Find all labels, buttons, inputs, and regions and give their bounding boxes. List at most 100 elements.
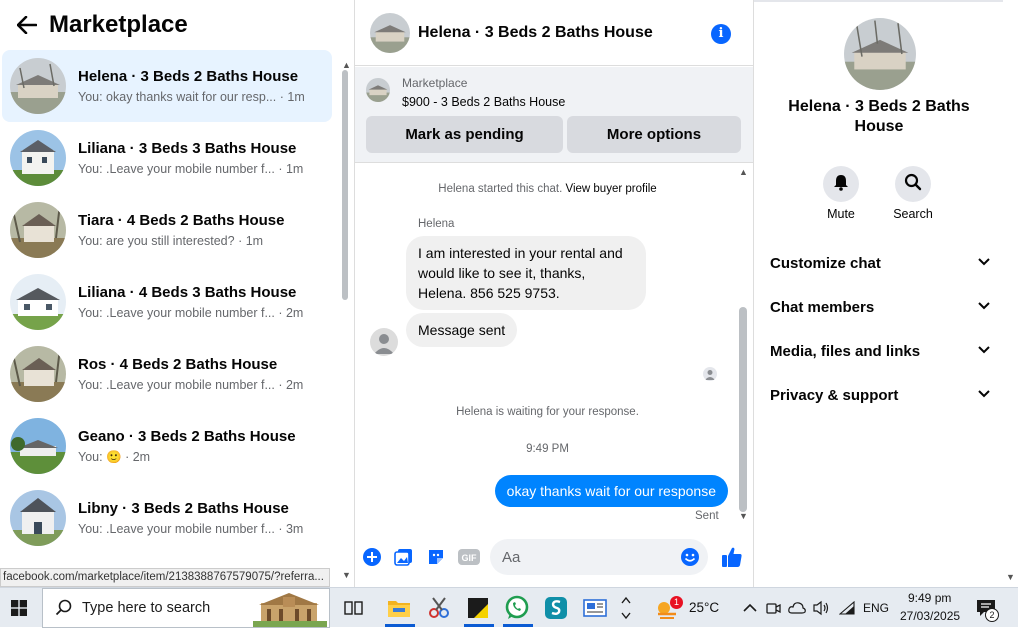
file-explorer-icon[interactable] — [385, 594, 413, 622]
conversation-time: 3m — [285, 522, 304, 536]
section-label: Privacy & support — [770, 386, 899, 404]
media-files-links-section[interactable]: Media, files and links — [770, 339, 990, 363]
message-input-box[interactable] — [490, 539, 708, 575]
conversation-time: 2m — [285, 378, 304, 392]
chevron-down-icon — [978, 301, 990, 313]
conversation-item[interactable]: Liliana · 4 Beds 3 Baths House You: .Lea… — [2, 266, 332, 338]
chat-started-notice: Helena started this chat. View buyer pro… — [355, 183, 740, 195]
incoming-message[interactable]: Message sent — [406, 313, 518, 347]
conversation-item[interactable]: Libny · 3 Beds 2 Baths House You: .Leave… — [2, 482, 332, 554]
house-thumbnail — [10, 490, 66, 546]
taskbar-search-box[interactable]: Type here to search — [42, 588, 330, 628]
conversation-item[interactable]: Tiara · 4 Beds 2 Baths House You: are yo… — [2, 194, 332, 266]
temperature[interactable]: 25°C — [689, 600, 719, 615]
app-s-icon[interactable] — [542, 594, 570, 622]
message-composer: GIF — [355, 537, 753, 577]
clock-date[interactable]: 27/03/2025 — [900, 609, 960, 623]
mute-label: Mute — [827, 207, 855, 221]
thumbs-up-icon[interactable] — [721, 546, 742, 567]
scroll-down-arrow-icon[interactable]: ▼ — [739, 511, 748, 521]
conversation-preview: You: okay thanks wait for our resp... — [78, 90, 277, 104]
conversation-item[interactable]: Helena · 3 Beds 2 Baths House You: okay … — [2, 50, 332, 122]
search-highlight-icon — [253, 591, 327, 632]
conversation-preview: You: .Leave your mobile number f... — [78, 306, 275, 320]
conversation-preview: You: .Leave your mobile number f... — [78, 162, 275, 176]
chat-scrollbar[interactable]: ▲ ▼ — [738, 167, 748, 525]
network-icon[interactable] — [836, 594, 858, 622]
view-buyer-profile-link[interactable]: View buyer profile — [566, 183, 657, 195]
info-icon[interactable]: i — [711, 24, 731, 44]
bell-icon — [832, 173, 850, 196]
task-view-icon[interactable] — [340, 594, 368, 622]
onedrive-cloud-icon[interactable] — [786, 594, 808, 622]
scrollbar-thumb[interactable] — [342, 70, 348, 300]
outgoing-message[interactable]: okay thanks wait for our response — [494, 475, 728, 507]
sidebar-scrollbar[interactable]: ▲ ▼ — [341, 60, 351, 582]
seen-indicator-icon — [703, 367, 717, 381]
sticker-icon[interactable] — [426, 547, 446, 567]
profile-name: Helena · 3 Beds 2 Baths House — [788, 98, 970, 135]
system-tray-scroll-icon[interactable] — [616, 594, 636, 622]
meet-now-icon[interactable] — [762, 594, 784, 622]
emoji-icon[interactable] — [680, 547, 700, 572]
photo-icon[interactable] — [394, 547, 414, 567]
section-label: Customize chat — [770, 254, 881, 272]
conversation-time: 1m — [245, 234, 264, 248]
sidebar-header: Marketplace — [0, 0, 354, 50]
house-thumbnail — [10, 346, 66, 402]
conversation-title: Liliana · 3 Beds 3 Baths House — [78, 140, 297, 157]
listing-thumbnail[interactable] — [366, 78, 390, 102]
weather-badge: 1 — [670, 596, 683, 609]
sender-avatar[interactable] — [370, 328, 398, 356]
listing-banner: Marketplace $900 - 3 Beds 2 Baths House … — [355, 67, 753, 163]
show-hidden-icons-chevron-icon[interactable] — [738, 594, 762, 622]
volume-icon[interactable] — [810, 594, 832, 622]
plus-icon[interactable] — [362, 547, 382, 567]
house-thumbnail — [10, 130, 66, 186]
chat-header: Helena · 3 Beds 2 Baths House i — [355, 0, 753, 66]
profile-avatar[interactable] — [844, 18, 916, 90]
snipping-tool-icon[interactable] — [425, 594, 453, 622]
clock-time[interactable]: 9:49 pm — [908, 591, 951, 605]
scroll-up-arrow-icon[interactable]: ▲ — [342, 60, 351, 70]
back-arrow-icon[interactable] — [12, 10, 42, 40]
chat-avatar[interactable] — [370, 12, 410, 53]
more-options-button[interactable]: More options — [567, 116, 741, 153]
privacy-support-section[interactable]: Privacy & support — [770, 383, 990, 407]
sticky-notes-icon[interactable] — [464, 594, 492, 622]
mark-as-pending-button[interactable]: Mark as pending — [366, 116, 563, 153]
search-label: Search — [893, 207, 933, 221]
conversation-list: Helena · 3 Beds 2 Baths House You: okay … — [0, 50, 338, 554]
conversation-time: 2m — [132, 449, 151, 464]
conversation-title: Libny · 3 Beds 2 Baths House — [78, 500, 289, 517]
language-indicator[interactable]: ENG — [863, 601, 889, 615]
conversation-title: Liliana · 4 Beds 3 Baths House — [78, 284, 297, 301]
conversation-preview: You: are you still interested? — [78, 234, 235, 248]
conversation-item[interactable]: Geano · 3 Beds 2 Baths House You: 🙂 · 2m — [2, 410, 332, 482]
house-thumbnail — [10, 274, 66, 330]
windows-start-icon[interactable] — [0, 588, 38, 628]
scroll-down-arrow-icon[interactable]: ▼ — [342, 570, 351, 580]
windows-taskbar: Type here to search 1 25°C ENG 9:49 pm 2… — [0, 587, 1018, 628]
chat-title[interactable]: Helena · 3 Beds 2 Baths House — [418, 24, 653, 42]
conversation-item[interactable]: Liliana · 3 Beds 3 Baths House You: .Lea… — [2, 122, 332, 194]
conversation-time: 1m — [287, 90, 305, 104]
customize-chat-section[interactable]: Customize chat — [770, 251, 990, 275]
news-app-icon[interactable] — [581, 594, 609, 622]
listing-label: Marketplace — [402, 76, 468, 90]
message-input[interactable] — [490, 539, 660, 575]
page-scroll-down-arrow-icon[interactable]: ▼ — [1006, 572, 1015, 582]
scrollbar-thumb[interactable] — [739, 307, 747, 512]
scroll-up-arrow-icon[interactable]: ▲ — [739, 167, 748, 177]
link-status-bar: facebook.com/marketplace/item/2138388767… — [0, 568, 330, 587]
incoming-message[interactable]: I am interested in your rental and would… — [406, 236, 646, 310]
mute-button[interactable] — [823, 166, 859, 202]
gif-icon[interactable]: GIF — [458, 547, 480, 567]
conversation-item[interactable]: Ros · 4 Beds 2 Baths House You: .Leave y… — [2, 338, 332, 410]
search-button[interactable] — [895, 166, 931, 202]
messenger-app: Marketplace Helena · 3 Beds 2 Baths Hous… — [0, 0, 1018, 587]
whatsapp-icon[interactable] — [503, 594, 531, 622]
chat-panel: Helena · 3 Beds 2 Baths House i Marketpl… — [355, 0, 753, 587]
listing-price[interactable]: $900 - 3 Beds 2 Baths House — [402, 95, 565, 109]
chat-members-section[interactable]: Chat members — [770, 295, 990, 319]
